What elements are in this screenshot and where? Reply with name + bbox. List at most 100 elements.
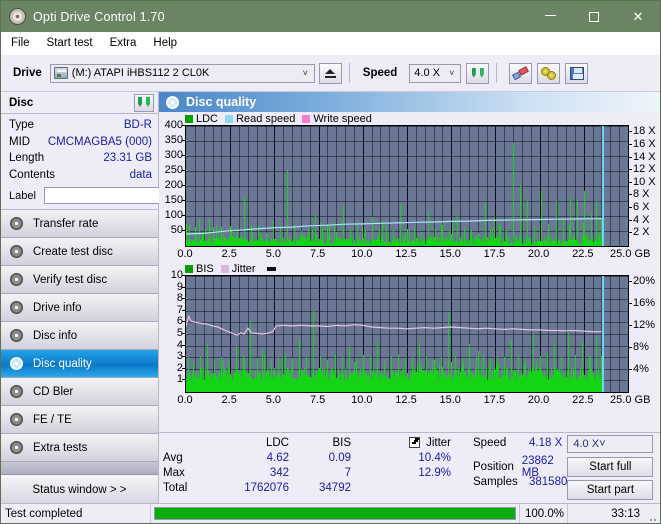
sidebar-item-disc-quality[interactable]: Disc quality	[1, 350, 158, 378]
legend-swatch-write-speed	[302, 115, 310, 123]
refresh-icon	[137, 96, 151, 109]
sidebar-item-label: Drive info	[33, 302, 82, 314]
status-window-button[interactable]: Status window > >	[1, 476, 158, 503]
sidebar-item-disc-info[interactable]: Disc info	[1, 322, 158, 350]
bis-plot-wrapper: 12345678910 4%8%12%16%20%	[159, 275, 660, 393]
row-label-avg: Avg	[163, 452, 217, 464]
resize-grip[interactable]	[646, 504, 660, 523]
close-button[interactable]: ✕	[616, 1, 660, 32]
save-button[interactable]	[565, 63, 588, 84]
legend-item-bis: BIS	[185, 263, 214, 275]
menu-file[interactable]: File	[11, 37, 30, 49]
minimize-button[interactable]	[528, 1, 572, 32]
samples-readout-row: Samples 381580	[473, 474, 567, 489]
sidebar-item-verify-test-disc[interactable]: Verify test disc	[1, 266, 158, 294]
disc-link-icon	[541, 67, 556, 80]
sidebar-item-create-test-disc[interactable]: Create test disc	[1, 238, 158, 266]
speed-readout-value: 4.18 X	[529, 437, 562, 449]
minimize-icon	[545, 15, 556, 16]
disc-refresh-button[interactable]	[134, 94, 154, 112]
samples-value: 381580	[529, 476, 567, 488]
page-title: Disc quality	[186, 95, 256, 109]
legend-swatch-read-speed	[225, 115, 233, 123]
sidebar-item-transfer-rate[interactable]: Transfer rate	[1, 210, 158, 238]
disc-label-row: Label	[9, 184, 152, 207]
total-ldc-value: 1762076	[217, 482, 289, 494]
maximize-button[interactable]	[572, 1, 616, 32]
legend-item-read-speed: Read speed	[225, 113, 295, 125]
menu-start-test[interactable]: Start test	[47, 37, 93, 49]
status-bar: Test completed 100.0% 33:13	[1, 503, 660, 523]
sidebar-item-label: Transfer rate	[33, 218, 98, 230]
sidebar-spacer	[1, 462, 158, 475]
max-bis-value: 7	[289, 467, 351, 479]
disc-icon	[10, 217, 25, 231]
table-row: Max 342 7 12.9%	[163, 465, 463, 480]
menu-help[interactable]: Help	[153, 37, 177, 49]
application-window: Opti Drive Control 1.70 ✕ File Start tes…	[0, 0, 661, 524]
start-part-button[interactable]: Start part	[567, 480, 653, 500]
legend-swatch-ldc	[185, 115, 193, 123]
disc-icon	[10, 245, 25, 259]
sidebar-item-extra-tests[interactable]: Extra tests	[1, 434, 158, 462]
table-header-row: LDC BIS Jitter	[163, 435, 463, 450]
jitter-checkbox[interactable]	[409, 437, 420, 448]
disc-icon	[10, 357, 25, 371]
sidebar-item-label: Extra tests	[33, 442, 87, 454]
drive-select[interactable]: (M:) ATAPI iHBS112 2 CL0K ˅	[50, 64, 315, 83]
disc-info-row-mid: MID CMCMAGBA5 (000)	[9, 134, 152, 151]
sidebar-item-label: CD Bler	[33, 386, 73, 398]
menu-bar: File Start test Extra Help	[1, 32, 660, 55]
drive-label: Drive	[13, 67, 42, 79]
test-speed-select[interactable]: 4.0 X ˅	[567, 435, 653, 453]
max-jitter-value: 12.9%	[351, 467, 457, 479]
start-full-button[interactable]: Start full	[567, 457, 653, 477]
main-panel: Disc quality LDC Read speed	[159, 92, 660, 503]
bis-chart: BIS Jitter 12345678910 4%8%12%16%20% 0.	[159, 262, 660, 408]
window-controls: ✕	[528, 1, 660, 32]
toolbar: Drive (M:) ATAPI iHBS112 2 CL0K ˅ Speed …	[1, 55, 660, 92]
legend-label-ldc: LDC	[196, 113, 218, 125]
sidebar-item-cd-bler[interactable]: CD Bler	[1, 378, 158, 406]
refresh-button[interactable]	[466, 63, 489, 84]
controls-panel: Speed 4.18 X Position 23862 MB Samples 3…	[463, 435, 661, 503]
max-ldc-value: 342	[217, 467, 289, 479]
sidebar-nav: Transfer rate Create test disc Verify te…	[1, 209, 158, 475]
speed-readout-label: Speed	[473, 437, 529, 449]
eject-button[interactable]	[319, 63, 342, 84]
ldc-chart-legend: LDC Read speed Write speed	[159, 112, 660, 125]
speed-select[interactable]: 4.0 X ˅	[409, 64, 461, 83]
disc-info: Type BD-R MID CMCMAGBA5 (000) Length 23.…	[1, 114, 158, 209]
disc-length-value: 23.31 GB	[103, 152, 152, 164]
toolbar-divider-2	[496, 63, 497, 83]
main-body: Disc Type BD-R MID CMCMAGBA5 (000) Lengt…	[1, 92, 660, 503]
disc-mid-value: CMCMAGBA5 (000)	[48, 136, 152, 148]
disc-label-label: Label	[9, 190, 36, 202]
drive-select-value: (M:) ATAPI iHBS112 2 CL0K	[72, 67, 210, 79]
erase-button[interactable]	[509, 63, 532, 84]
statistics-table: LDC BIS Jitter Avg 4.62 0.09 10.4%	[159, 435, 463, 503]
sidebar-item-drive-info[interactable]: Drive info	[1, 294, 158, 322]
menu-extra[interactable]: Extra	[110, 37, 137, 49]
legend-item-jitter: Jitter	[221, 263, 256, 275]
disc-quality-icon	[166, 96, 179, 109]
disc-type-value: BD-R	[124, 119, 152, 131]
controls-buttons: 4.0 X ˅ Start full Start part	[567, 435, 661, 503]
legend-label-bis: BIS	[196, 263, 214, 275]
sidebar-item-label: Disc quality	[33, 358, 92, 370]
column-header-jitter-group: Jitter	[351, 437, 457, 449]
bis-plot	[185, 275, 629, 393]
close-icon: ✕	[633, 10, 644, 23]
legend-swatch-jitter	[221, 265, 229, 273]
disc-tools-button[interactable]	[537, 63, 560, 84]
eject-icon	[325, 69, 335, 74]
refresh-icon	[471, 67, 485, 80]
avg-bis-value: 0.09	[289, 452, 351, 464]
elapsed-time: 33:13	[568, 504, 646, 523]
total-bis-value: 34792	[289, 482, 351, 494]
progress-fill	[155, 508, 515, 519]
disc-icon	[10, 273, 25, 287]
chevron-down-icon: ˅	[443, 68, 460, 78]
column-header-jitter: Jitter	[426, 437, 451, 449]
sidebar-item-fe-te[interactable]: FE / TE	[1, 406, 158, 434]
